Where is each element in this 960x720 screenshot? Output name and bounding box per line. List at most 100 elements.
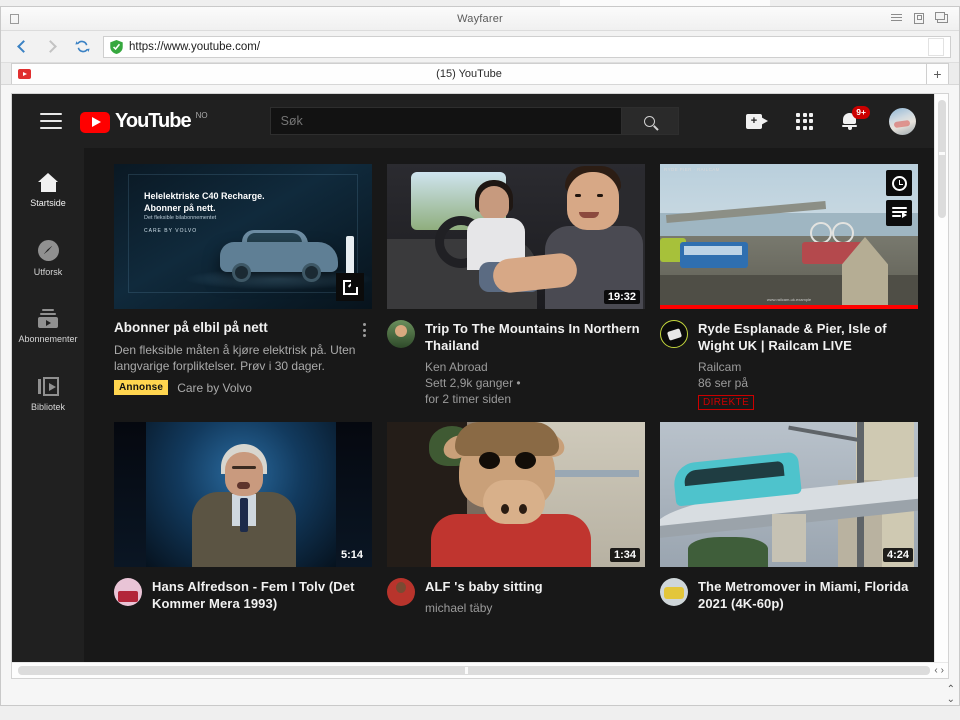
video-title[interactable]: Trip To The Mountains In Northern Thaila…	[425, 320, 645, 354]
search-input[interactable]	[280, 114, 621, 128]
secure-shield-icon	[110, 39, 123, 54]
video-thumbnail[interactable]: 19:32	[387, 164, 645, 309]
channel-avatar[interactable]	[387, 578, 415, 606]
youtube-body: Startside Utforsk Abonnementer Bibliotek…	[12, 148, 934, 662]
address-bar[interactable]: https://www.youtube.com/	[103, 35, 951, 58]
restore-icon	[934, 12, 948, 23]
video-thumbnail[interactable]: 5:14	[114, 422, 372, 567]
window-title: Wayfarer	[457, 12, 503, 25]
sidebar-item-startside[interactable]: Startside	[12, 156, 84, 224]
ad-brand: Care by Volvo	[177, 380, 252, 395]
scroll-right-arrow-icon[interactable]: ›	[941, 665, 944, 676]
thumb-cam-label: RYDE PIER · RAILCAM	[664, 167, 720, 172]
forward-button[interactable]	[39, 35, 65, 59]
subscriptions-icon	[38, 308, 58, 328]
thumbnail-artwork	[387, 422, 645, 567]
sidebar-item-abonnementer[interactable]: Abonnementer	[12, 292, 84, 360]
horizontal-scrollbar[interactable]: ‹ › ⌃ ⌄	[12, 662, 955, 705]
scroll-arrow-group: ‹ ›	[930, 665, 948, 676]
video-card[interactable]: RYDE PIER · RAILCAM www.railcam-uk.examp…	[660, 164, 918, 410]
vertical-scrollbar[interactable]	[934, 94, 948, 662]
video-age: for 2 timer siden	[425, 392, 512, 406]
ad-thumbnail[interactable]: Helelektriske C40 Recharge. Abonner på n…	[114, 164, 372, 309]
reload-button[interactable]	[69, 35, 95, 59]
channel-avatar[interactable]	[660, 320, 688, 348]
video-grid-area: Helelektriske C40 Recharge. Abonner på n…	[84, 148, 934, 662]
sidebar-label-startside: Startside	[30, 197, 66, 208]
ad-body: Abonner på elbil på nett Den fleksible m…	[114, 309, 372, 395]
ad-card[interactable]: Helelektriske C40 Recharge. Abonner på n…	[114, 164, 372, 410]
video-title[interactable]: Hans Alfredson - Fem I Tolv (Det Kommer …	[152, 578, 372, 612]
sidebar-item-utforsk[interactable]: Utforsk	[12, 224, 84, 292]
scroll-left-arrow-icon[interactable]: ‹	[934, 665, 937, 676]
compass-icon	[37, 239, 59, 261]
header-actions: + 9+	[746, 106, 918, 135]
youtube-wordmark: YouTube	[115, 109, 192, 132]
video-title[interactable]: ALF 's baby sitting	[425, 578, 645, 595]
channel-name[interactable]: michael täby	[425, 600, 645, 616]
video-card[interactable]: 19:32 Trip To The Mountains In Northern …	[387, 164, 645, 410]
channel-name[interactable]: Railcam	[698, 359, 918, 375]
menu-button[interactable]	[889, 12, 903, 26]
sidebar-item-bibliotek[interactable]: Bibliotek	[12, 360, 84, 428]
sidebar: Startside Utforsk Abonnementer Bibliotek	[12, 148, 84, 662]
tab-strip: (15) YouTube +	[1, 63, 959, 85]
thumb-watermark: www.railcam-uk.example	[766, 297, 812, 302]
channel-avatar[interactable]	[387, 320, 415, 348]
youtube-page: YouTube NO Søk + 9+ Startside Utforsk Ab…	[12, 94, 934, 662]
thumbnail-artwork	[114, 422, 372, 567]
search-area	[269, 107, 679, 135]
add-to-queue-button[interactable]	[886, 200, 912, 226]
external-link-icon	[342, 277, 360, 295]
watch-later-button[interactable]	[886, 170, 912, 196]
kebab-menu-icon[interactable]	[356, 320, 372, 337]
new-tab-button[interactable]: +	[927, 63, 949, 84]
page-icon	[914, 13, 924, 24]
browser-tab[interactable]: (15) YouTube	[11, 63, 927, 84]
video-viewers: 86 ser på	[698, 376, 749, 390]
vertical-scrollbar-thumb[interactable]	[938, 100, 946, 218]
video-thumbnail[interactable]: 1:34	[387, 422, 645, 567]
video-duration: 19:32	[603, 290, 640, 304]
search-box[interactable]	[269, 107, 622, 135]
ad-artwork: Helelektriske C40 Recharge. Abonner på n…	[114, 164, 372, 309]
search-button[interactable]	[621, 107, 679, 135]
video-duration: 4:24	[882, 548, 913, 562]
apps-grid-icon[interactable]	[796, 112, 813, 130]
viewport-wrapper: YouTube NO Søk + 9+ Startside Utforsk Ab…	[1, 85, 959, 705]
ad-thumb-line2: Abonner på nett.	[144, 203, 216, 213]
video-thumbnail[interactable]: RYDE PIER · RAILCAM www.railcam-uk.examp…	[660, 164, 918, 309]
hamburger-icon[interactable]	[40, 113, 62, 129]
notification-badge: 9+	[852, 106, 870, 119]
restore-button[interactable]	[934, 12, 949, 26]
avatar[interactable]	[889, 107, 916, 135]
video-meta: Ryde Esplanade & Pier, Isle of Wight UK …	[660, 309, 918, 410]
youtube-logo[interactable]: YouTube NO	[80, 110, 208, 133]
live-progress-bar	[660, 305, 918, 309]
video-card[interactable]: 5:14 Hans Alfredson - Fem I Tolv (Det Ko…	[114, 422, 372, 616]
channel-name[interactable]: Ken Abroad	[425, 359, 645, 375]
video-card[interactable]: 1:34 ALF 's baby sitting michael täby	[387, 422, 645, 616]
video-thumbnail[interactable]: 4:24	[660, 422, 918, 567]
horizontal-scrollbar-thumb[interactable]	[18, 666, 931, 675]
video-grid: Helelektriske C40 Recharge. Abonner på n…	[114, 164, 918, 616]
video-card[interactable]: 4:24 The Metromover in Miami, Florida 20…	[660, 422, 918, 616]
video-title[interactable]: The Metromover in Miami, Florida 2021 (4…	[698, 578, 918, 612]
url-text: https://www.youtube.com/	[129, 40, 261, 53]
channel-avatar[interactable]	[660, 578, 688, 606]
channel-avatar[interactable]	[114, 578, 142, 606]
sidebar-label-bibliotek: Bibliotek	[30, 401, 66, 412]
sidebar-label-utforsk: Utforsk	[33, 266, 63, 277]
notifications-button[interactable]: 9+	[841, 106, 870, 131]
back-button[interactable]	[9, 35, 35, 59]
video-camera-plus-icon[interactable]: +	[746, 113, 768, 129]
page-viewport: YouTube NO Søk + 9+ Startside Utforsk Ab…	[11, 93, 955, 705]
video-title[interactable]: Ryde Esplanade & Pier, Isle of Wight UK …	[698, 320, 918, 354]
page-button[interactable]	[912, 12, 926, 26]
sidebar-label-abonnementer: Abonnementer	[18, 333, 78, 344]
bookmark-button[interactable]	[928, 37, 944, 56]
ad-thumb-line1: Helelektriske C40 Recharge.	[144, 191, 265, 201]
external-link-button[interactable]	[336, 273, 364, 301]
title-bar: Wayfarer	[1, 7, 959, 31]
chevron-left-icon	[17, 40, 30, 53]
